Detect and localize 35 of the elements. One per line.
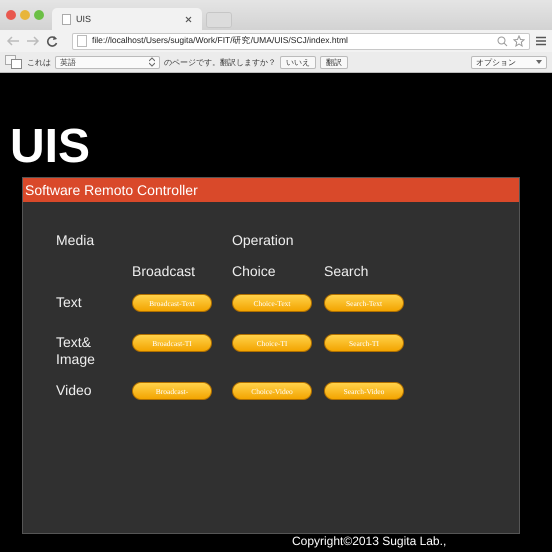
translate-prompt-text: これは: [27, 56, 51, 68]
language-dropdown[interactable]: 英語: [55, 56, 160, 68]
menu-icon[interactable]: [536, 36, 546, 46]
minimize-window-icon[interactable]: [20, 10, 30, 20]
browser-tab[interactable]: UIS: [52, 8, 202, 30]
translate-prompt-text: のページです。翻訳しますか？: [164, 56, 276, 68]
translate-button[interactable]: 翻訳: [320, 56, 348, 68]
zoom-icon[interactable]: [497, 36, 508, 46]
operation-heading: Operation: [232, 232, 294, 249]
star-icon[interactable]: [513, 35, 525, 47]
reload-icon[interactable]: [46, 35, 58, 47]
media-heading: Media: [56, 232, 96, 249]
decline-button[interactable]: いいえ: [280, 56, 316, 68]
copyright-text: Copyright©2013 Sugita Lab.,: [291, 534, 446, 548]
options-dropdown[interactable]: オプション: [471, 56, 547, 68]
translate-icon: [5, 55, 23, 69]
page-icon: [62, 14, 71, 24]
row-label: Text& Image: [56, 334, 96, 368]
row-label: Text: [56, 294, 83, 312]
caret-icon: [536, 60, 542, 64]
back-icon[interactable]: [6, 36, 20, 46]
column-heading: Search: [324, 263, 370, 280]
site-logo: UIS: [9, 123, 92, 175]
column-heading: Broadcast: [132, 263, 196, 280]
stepper-icon: [149, 57, 155, 67]
tab-title: UIS: [76, 14, 92, 24]
address-bar[interactable]: file://localhost/Users/sugita/Work/FIT/研究/UMA/UIS/SCJ/index.html: [72, 32, 530, 50]
zoom-window-icon[interactable]: [34, 10, 44, 20]
close-window-icon[interactable]: [6, 10, 16, 20]
close-icon[interactable]: [185, 16, 192, 22]
page-icon: [77, 35, 87, 47]
panel-title: Software Remoto Controller: [23, 178, 519, 202]
forward-icon[interactable]: [26, 36, 40, 46]
column-heading: Choice: [232, 263, 277, 280]
row-label: Video: [56, 382, 93, 400]
